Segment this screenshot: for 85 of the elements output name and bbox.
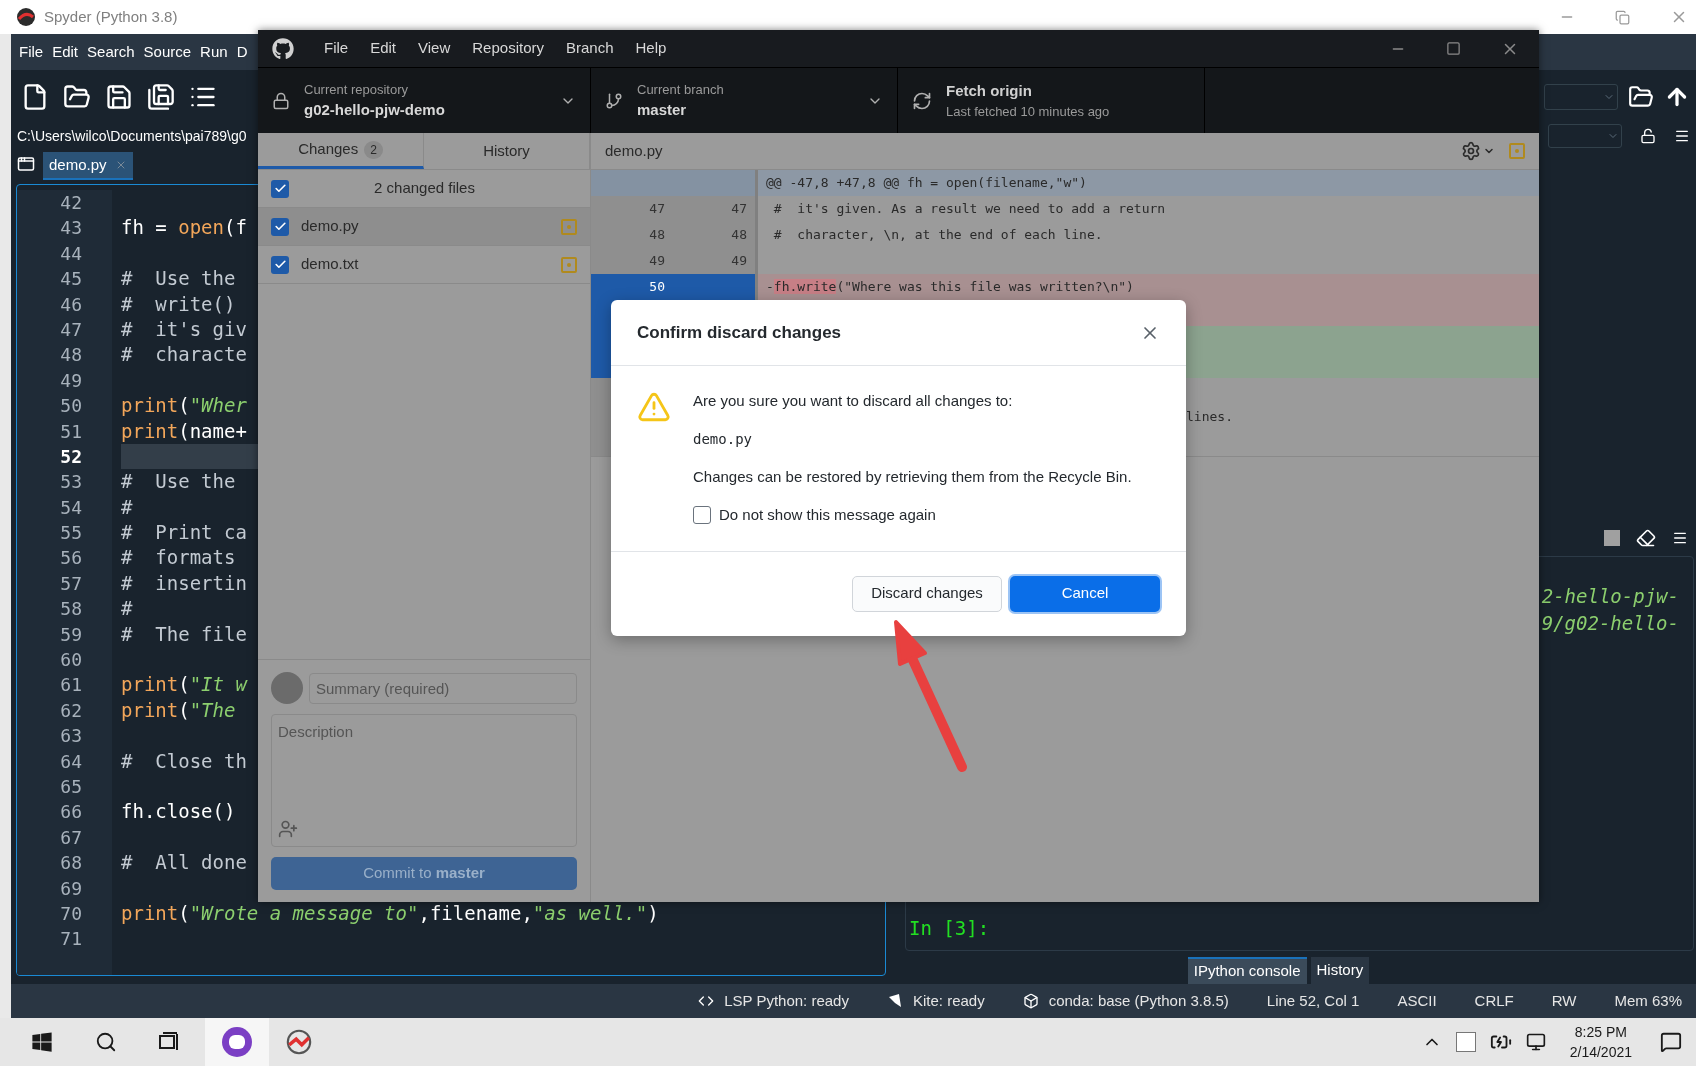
line-number: 48 [731,226,747,244]
checkbox-label: Do not show this message again [719,505,936,525]
code-line: # characte [121,342,247,368]
line-number: 44 [59,241,83,266]
code-line: # Use the [121,266,236,292]
line-number: 42 [59,191,83,215]
line-number: 47 [731,200,747,218]
code-line: # Use the [121,469,236,495]
changed-files-count: 2 changed files [373,178,476,199]
code-line: # write() [121,291,236,317]
line-number: 65 [59,775,83,799]
line-number: 53 [59,470,83,495]
code-line: print("Wher [121,393,247,419]
line-number: 66 [59,800,83,825]
line-number: 58 [59,597,83,622]
count-badge: 2 [364,140,383,159]
line-number: 64 [59,749,83,774]
code-line: fh.close() [121,799,236,825]
code-line: print(name+ [121,418,247,444]
window-title: Spyder (Python 3.8) [44,6,178,27]
line-number: 67 [59,825,83,850]
line-number: 46 [59,292,83,317]
status-item: Line 52, Col 1 [1266,990,1360,1011]
dialog-note: Changes can be restored by retrieving them from the Recycle Bin. [693,466,1132,487]
status-item: CRLF [1474,990,1514,1011]
diff-line: # it's given. As a result we need to add a return [772,200,1166,218]
line-number: 52 [59,444,83,469]
status-item: Kite: ready [912,990,985,1011]
line-number: 48 [649,226,665,244]
line-number: 71 [59,927,83,952]
status-item: Mem 63% [1614,990,1682,1011]
file-name: demo.txt [301,254,359,275]
line-number: 47 [59,317,83,342]
line-number: 50 [59,394,83,419]
code-line: # [121,596,133,622]
line-number: 49 [59,368,83,393]
diff-line: lines. [1186,408,1233,426]
code-line: fh = open(f [121,215,247,241]
diff-line: -fh.write("Where was this file was written?\n") [766,278,1134,296]
line-number: 69 [59,876,83,901]
line-number: 49 [731,252,747,270]
dialog-message: Are you sure you want to discard all changes to: [693,391,1014,411]
code-line: # Close th [121,748,247,774]
line-number: 56 [59,546,83,571]
line-number: 59 [59,622,83,647]
line-number: 60 [59,648,83,673]
code-line: # insertin [121,570,247,596]
line-number: 55 [59,521,83,546]
code-line: # formats [121,545,236,571]
diff-line: # character, \n, at the end of each line. [772,226,1103,244]
line-number: 50 [649,278,665,296]
line-number: 49 [649,252,665,270]
line-number: 47 [649,200,665,218]
status-item: ASCII [1397,990,1437,1011]
status-item: RW [1551,990,1577,1011]
console-output: 2-hello-pjw- [1541,584,1680,609]
diff-file-name: demo.py [605,140,663,161]
code-line: # it's giv [121,316,247,342]
line-number: 43 [59,216,83,241]
code-line: print("Wrote a message to",filename,"as well.") [121,900,659,926]
status-item: conda: base (Python 3.8.5) [1048,990,1229,1011]
line-number: 62 [59,698,83,723]
file-name: demo.py [301,216,359,237]
line-number: 57 [59,571,83,596]
console-prompt: In [3]: [909,915,991,941]
line-number: 48 [59,343,83,368]
dialog-title: Confirm discard changes [637,321,842,344]
console-output: 9/g02-hello- [1541,611,1680,636]
line-number: 68 [59,851,83,876]
line-number: 61 [59,673,83,698]
status-item: LSP Python: ready [724,990,849,1011]
line-number: 45 [59,267,83,292]
line-number: 63 [59,724,83,749]
code-line: # [121,494,133,520]
line-number: 54 [59,495,83,520]
line-number: 70 [59,901,83,926]
code-line: print("It w [121,672,247,698]
diff-line: @@ -47,8 +47,8 @@ fh = open(filename,"w") [766,174,1087,192]
file-name: demo.py [693,429,753,449]
code-line: print("The [121,697,236,723]
code-line: # All done [121,850,247,876]
code-line: # Print ca [121,520,247,546]
file-path: C:\Users\wilco\Documents\pai789\g0 [17,126,247,146]
line-number: 51 [59,419,83,444]
code-line: # The file [121,621,247,647]
